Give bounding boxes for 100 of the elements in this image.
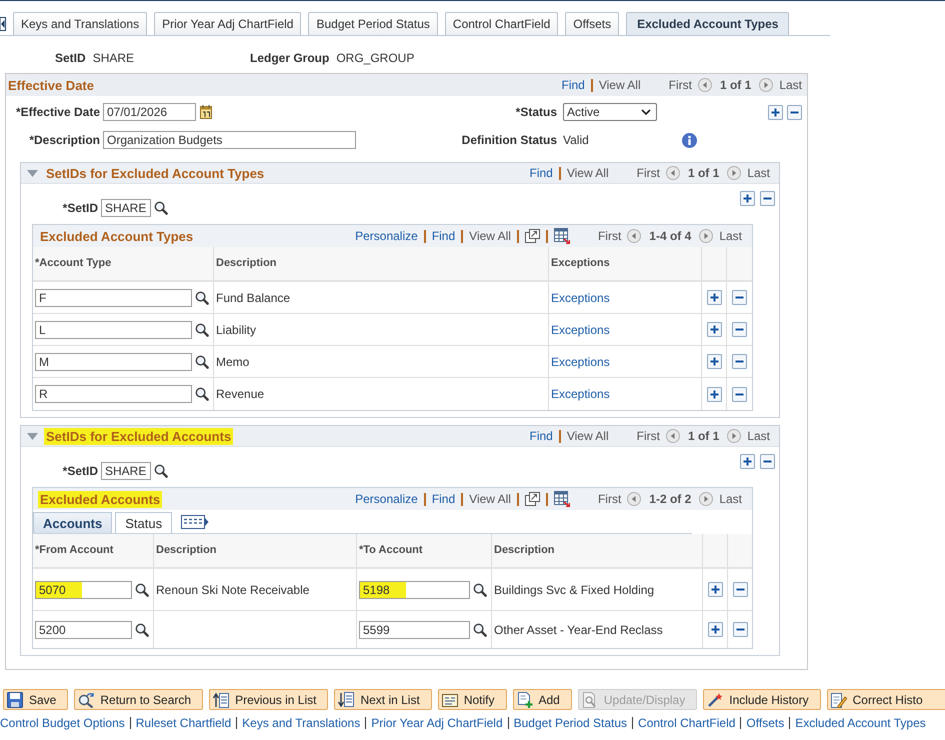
minus-icon[interactable] xyxy=(760,191,775,206)
view-all-link[interactable]: View All xyxy=(566,166,609,180)
minus-icon[interactable] xyxy=(732,386,747,402)
plus-icon[interactable] xyxy=(740,454,755,469)
footer-link[interactable]: Control Budget Options xyxy=(0,716,125,730)
left-arrow-icon[interactable] xyxy=(0,17,6,31)
minus-icon[interactable] xyxy=(732,354,747,369)
toolbar-button[interactable]: Include History xyxy=(703,689,821,710)
footer-link[interactable]: Ruleset Chartfield xyxy=(136,716,232,730)
last-link[interactable]: Last xyxy=(719,492,742,506)
view-all-link[interactable]: View All xyxy=(598,78,641,92)
spreadsheet-icon[interactable] xyxy=(554,491,570,507)
toolbar-button[interactable]: Add xyxy=(512,689,572,710)
find-link[interactable]: Find xyxy=(529,166,553,180)
footer-link[interactable]: Offsets xyxy=(746,716,784,730)
exceptions-link[interactable]: Exceptions xyxy=(551,354,610,368)
last-link[interactable]: Last xyxy=(779,78,802,92)
minus-icon[interactable] xyxy=(732,582,748,597)
search-icon[interactable] xyxy=(135,622,149,636)
input-field[interactable]: 5599 xyxy=(359,620,470,638)
page-tab[interactable]: Budget Period Status xyxy=(308,12,438,35)
find-link[interactable]: Find xyxy=(529,429,553,443)
status-dropdown[interactable]: Active xyxy=(563,103,657,121)
exceptions-link[interactable]: Exceptions xyxy=(551,322,610,336)
table-cell: Memo xyxy=(214,346,549,377)
search-icon[interactable] xyxy=(195,290,209,304)
plus-icon[interactable] xyxy=(768,104,783,120)
footer-link[interactable]: Prior Year Adj ChartField xyxy=(371,716,503,730)
input-field[interactable]: 5200 xyxy=(35,620,132,638)
plus-icon[interactable] xyxy=(706,386,722,402)
plus-icon[interactable] xyxy=(706,354,722,369)
minus-icon[interactable] xyxy=(760,454,775,469)
plus-icon[interactable] xyxy=(706,322,722,337)
search-icon[interactable] xyxy=(473,582,487,596)
input-field[interactable]: R xyxy=(35,385,192,403)
grid-tab[interactable]: Accounts xyxy=(33,512,112,533)
info-icon[interactable] xyxy=(682,132,697,148)
find-link[interactable]: Find xyxy=(432,492,456,506)
search-icon[interactable] xyxy=(154,201,168,215)
exceptions-link[interactable]: Exceptions xyxy=(551,387,610,401)
new-window-icon[interactable] xyxy=(524,229,540,243)
last-link[interactable]: Last xyxy=(747,166,770,180)
new-window-icon[interactable] xyxy=(524,492,540,506)
setid-field[interactable]: SHARE xyxy=(101,199,151,217)
first-link[interactable]: First xyxy=(668,78,692,92)
input-field[interactable]: M xyxy=(35,352,192,370)
plus-icon[interactable] xyxy=(708,622,722,637)
search-icon[interactable] xyxy=(195,387,209,401)
search-icon[interactable] xyxy=(195,322,209,336)
view-all-link[interactable]: View All xyxy=(469,229,511,243)
footer-link[interactable]: Control ChartField xyxy=(638,716,736,730)
search-icon[interactable] xyxy=(473,622,487,636)
search-icon[interactable] xyxy=(195,354,209,368)
page-tab[interactable]: Offsets xyxy=(565,12,620,35)
input-field[interactable]: 5070 xyxy=(35,580,132,598)
last-link[interactable]: Last xyxy=(747,429,770,443)
page-tab[interactable]: Prior Year Adj ChartField xyxy=(154,12,302,35)
search-icon[interactable] xyxy=(154,464,168,478)
footer-link[interactable]: Budget Period Status xyxy=(514,716,628,730)
toolbar-button[interactable]: Next in List xyxy=(334,689,432,710)
first-link[interactable]: First xyxy=(598,229,622,243)
page-tab[interactable]: Excluded Account Types xyxy=(626,12,790,35)
page-tab[interactable]: Keys and Translations xyxy=(13,12,148,35)
exceptions-link[interactable]: Exceptions xyxy=(551,290,610,304)
footer-link[interactable]: Keys and Translations xyxy=(242,716,360,730)
input-field[interactable]: L xyxy=(35,320,192,338)
first-link[interactable]: First xyxy=(636,166,660,180)
calendar-icon[interactable] xyxy=(200,105,212,119)
description-field[interactable]: Organization Budgets xyxy=(103,131,356,149)
plus-icon[interactable] xyxy=(708,582,722,597)
setid-field[interactable]: SHARE xyxy=(101,462,151,480)
date-field[interactable]: 07/01/2026 xyxy=(103,103,196,121)
personalize-link[interactable]: Personalize xyxy=(355,229,418,243)
footer-link[interactable]: Excluded Account Types xyxy=(795,716,926,730)
last-link[interactable]: Last xyxy=(719,229,742,243)
minus-icon[interactable] xyxy=(732,622,748,637)
first-link[interactable]: First xyxy=(636,429,660,443)
minus-icon[interactable] xyxy=(732,290,747,305)
minus-icon[interactable] xyxy=(787,104,802,120)
view-all-link[interactable]: View All xyxy=(566,429,609,443)
view-all-link[interactable]: View All xyxy=(469,492,511,506)
input-field[interactable]: 5198 xyxy=(359,580,470,598)
toolbar-button[interactable]: Previous in List xyxy=(209,689,328,710)
page-tab[interactable]: Control ChartField xyxy=(444,12,558,35)
find-link[interactable]: Find xyxy=(561,78,585,92)
personalize-link[interactable]: Personalize xyxy=(355,492,418,506)
minus-icon[interactable] xyxy=(732,322,747,337)
input-field[interactable]: F xyxy=(35,288,192,306)
spreadsheet-icon[interactable] xyxy=(554,228,570,244)
find-link[interactable]: Find xyxy=(432,229,456,243)
search-icon[interactable] xyxy=(135,582,149,596)
toolbar-button[interactable]: Correct Histo xyxy=(826,689,945,710)
plus-icon[interactable] xyxy=(740,191,755,206)
table-columns-icon[interactable] xyxy=(181,515,210,529)
toolbar-button[interactable]: Return to Search xyxy=(74,689,204,710)
toolbar-button[interactable]: Save xyxy=(3,689,68,710)
toolbar-button[interactable]: Notify xyxy=(438,689,506,710)
first-link[interactable]: First xyxy=(598,492,622,506)
grid-tab[interactable]: Status xyxy=(115,512,172,533)
plus-icon[interactable] xyxy=(706,290,722,305)
